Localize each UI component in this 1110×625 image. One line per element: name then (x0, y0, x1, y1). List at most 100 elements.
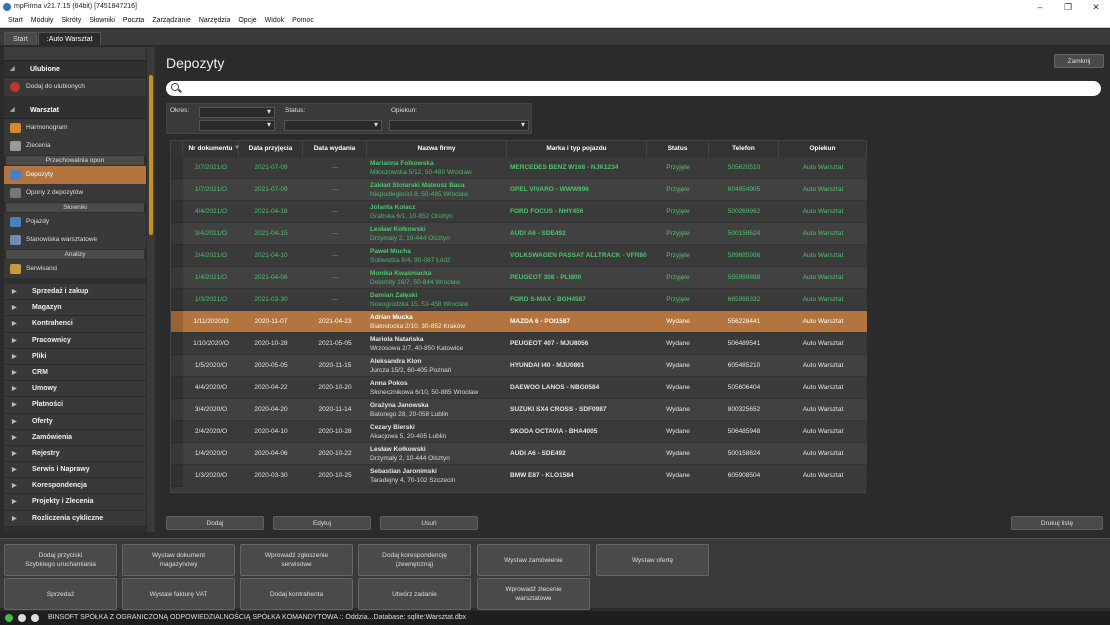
quick-action-button[interactable]: Sprzedaż (4, 578, 117, 610)
print-list-button[interactable]: Drukuj listę (1011, 516, 1103, 530)
row-selector[interactable] (171, 333, 183, 355)
sidebar-group-11[interactable]: ▶ Serwis i Naprawy (4, 462, 146, 479)
column-header-5[interactable]: Marka i typ pojazdu (507, 141, 647, 157)
sidebar-group-1[interactable]: ▶ Magazyn (4, 300, 146, 317)
table-row[interactable]: 2/7/2021/O 2021-07-09 --- Marianna Folkowsk… (171, 157, 867, 179)
quick-action-button[interactable]: Wystaw ofertę (596, 544, 709, 576)
column-header-7[interactable]: Telefon (709, 141, 779, 157)
quick-action-button[interactable]: Dodaj kontrahenta (240, 578, 353, 610)
quick-action-button[interactable]: Dodaj przyciski Szybkiego uruchamiania (4, 544, 117, 576)
menu-item-8[interactable]: Widok (261, 17, 288, 24)
table-row[interactable]: 3/4/2020/O 2020-04-20 2020-11-14 Grażyna Ja… (171, 399, 867, 421)
maximize-icon[interactable]: ❐ (1054, 0, 1082, 14)
sidebar-group-2[interactable]: ▶ Kontrahenci (4, 316, 146, 333)
row-selector[interactable] (171, 355, 183, 377)
row-selector[interactable] (171, 289, 183, 311)
sidebar-header-workshop[interactable]: ◢ Warsztat (4, 102, 146, 119)
sidebar-group-4[interactable]: ▶ Pliki (4, 348, 146, 365)
table-row[interactable]: 1/5/2020/O 2020-05-05 2020-11-15 Aleksandra… (171, 355, 867, 377)
quick-action-button[interactable]: Utwórz zadanie (358, 578, 471, 610)
table-row[interactable]: 1/11/2020/O 2020-11-07 2021-04-23 Adrian Mu… (171, 311, 867, 333)
table-row[interactable]: 1/7/2021/O 2021-07-09 --- Zakład Stolarski … (171, 179, 867, 201)
period-range-select[interactable] (199, 120, 275, 131)
period-select[interactable] (199, 107, 275, 118)
sidebar-item-servicemen[interactable]: Serwisanci (4, 260, 146, 278)
table-row[interactable]: 1/4/2021/O 2021-04-06 --- Monika Kwaśniacka… (171, 267, 867, 289)
tab-start[interactable]: Start (4, 32, 37, 45)
column-header-2[interactable]: Data przyjęcia (239, 141, 303, 157)
sidebar-item-tires-from-deposits[interactable]: Opony z depozytów (4, 184, 146, 202)
close-button[interactable]: Zamknij (1054, 54, 1104, 68)
search-input[interactable] (166, 81, 1101, 96)
table-row[interactable]: 1/3/2020/O 2020-03-30 2020-10-25 Sebastian … (171, 465, 867, 487)
menu-item-9[interactable]: Pomoc (288, 17, 318, 24)
row-selector[interactable] (171, 179, 183, 201)
menu-item-6[interactable]: Narzędzia (195, 17, 235, 24)
sidebar-group-8[interactable]: ▶ Oferty (4, 413, 146, 430)
sidebar-item-deposits[interactable]: Depozyty (4, 166, 146, 184)
sidebar-group-5[interactable]: ▶ CRM (4, 364, 146, 382)
menu-item-3[interactable]: Słowniki (85, 17, 119, 24)
quick-action-button[interactable]: Wprowadź zlecenie warsztatowe (477, 578, 590, 610)
sidebar-item-vehicles[interactable]: Pojazdy (4, 213, 146, 231)
scrollbar-thumb[interactable] (149, 75, 153, 235)
menu-item-7[interactable]: Opcje (234, 17, 260, 24)
menu-item-2[interactable]: Skróty (57, 17, 85, 24)
keeper-select[interactable] (389, 120, 529, 131)
column-header-8[interactable]: Opiekun (779, 141, 867, 157)
column-header-3[interactable]: Data wydania (303, 141, 367, 157)
table-row[interactable]: 1/4/2020/O 2020-04-06 2020-10-22 Lesław Koł… (171, 443, 867, 465)
row-selector[interactable] (171, 465, 183, 487)
table-row[interactable]: 1/3/2021/O 2021-03-30 --- Damian Załęski Noe… (171, 289, 867, 311)
tab-auto-warsztat[interactable]: :Auto Warsztat (37, 32, 102, 45)
sidebar-item-schedule[interactable]: Harmonogram (4, 119, 146, 137)
sidebar-group-3[interactable]: ▶ Pracownicy (4, 332, 146, 349)
quick-action-button[interactable]: Dodaj korespondencję (zewnętrzną) (358, 544, 471, 576)
sidebar-item-workstations[interactable]: Stanowiska warsztatowe (4, 231, 146, 249)
row-selector[interactable] (171, 377, 183, 399)
sidebar-group-13[interactable]: ▶ Projekty i Zlecenia (4, 494, 146, 511)
row-selector[interactable] (171, 245, 183, 267)
column-header-1[interactable]: Nr dokumentu (183, 141, 239, 157)
quick-action-button[interactable]: Wystaw zamówienie (477, 544, 590, 576)
quick-action-button[interactable]: Wprowadź zgłoszenie serwisowe (240, 544, 353, 576)
table-row[interactable]: 2/4/2021/O 2021-04-10 --- Paweł Mucha Soliwo… (171, 245, 867, 267)
menu-item-5[interactable]: Zarządzanie (148, 17, 195, 24)
quick-action-button[interactable]: Wystaw fakturę VAT (122, 578, 235, 610)
add-button[interactable]: Dodaj (166, 516, 264, 530)
row-selector[interactable] (171, 201, 183, 223)
column-header-4[interactable]: Nazwa firmy (367, 141, 507, 157)
row-selector[interactable] (171, 421, 183, 443)
status-select[interactable] (284, 120, 382, 131)
menu-item-1[interactable]: Moduły (27, 17, 58, 24)
quick-action-button[interactable]: Wystaw dokument magazynowy (122, 544, 235, 576)
sidebar-group-7[interactable]: ▶ Płatności (4, 397, 146, 414)
sidebar-scrollbar[interactable] (147, 47, 155, 532)
table-row[interactable]: 4/4/2020/O 2020-04-22 2020-10-20 Anna Pokos… (171, 377, 867, 399)
sidebar-group-0[interactable]: ▶ Sprzedaż i zakup (4, 284, 146, 301)
row-selector[interactable] (171, 157, 183, 179)
row-selector[interactable] (171, 267, 183, 289)
menu-item-0[interactable]: Start (4, 17, 27, 24)
sidebar-item-orders[interactable]: Zlecenia (4, 137, 146, 155)
sidebar-group-14[interactable]: ▶ Rozliczenia cykliczne (4, 510, 146, 527)
sidebar-item-add-favorite[interactable]: Dodaj do ulubionych (4, 78, 146, 96)
table-row[interactable]: 1/10/2020/O 2020-10-28 2021-05-05 Mariola N… (171, 333, 867, 355)
table-row[interactable]: 4/4/2021/O 2021-04-18 --- Jolanta Kolacz Gra… (171, 201, 867, 223)
sidebar-group-12[interactable]: ▶ Korespondencja (4, 478, 146, 495)
row-selector[interactable] (171, 311, 183, 333)
edit-button[interactable]: Edytuj (273, 516, 371, 530)
row-selector[interactable] (171, 443, 183, 465)
sidebar-header-favorites[interactable]: ◢ Ulubione (4, 61, 146, 78)
menu-item-4[interactable]: Poczta (119, 17, 148, 24)
delete-button[interactable]: Usuń (380, 516, 478, 530)
minimize-icon[interactable]: – (1026, 0, 1054, 14)
column-header-6[interactable]: Status (647, 141, 709, 157)
sidebar-group-6[interactable]: ▶ Umowy (4, 381, 146, 398)
table-row[interactable]: 3/4/2021/O 2021-04-15 --- Lesław Kołkowski D… (171, 223, 867, 245)
close-window-icon[interactable]: ✕ (1082, 0, 1110, 14)
sidebar-group-10[interactable]: ▶ Rejestry (4, 445, 146, 463)
row-selector[interactable] (171, 399, 183, 421)
sidebar-group-9[interactable]: ▶ Zamówienia (4, 429, 146, 446)
table-row[interactable]: 2/4/2020/O 2020-04-10 2020-10-28 Cezary Bie… (171, 421, 867, 443)
